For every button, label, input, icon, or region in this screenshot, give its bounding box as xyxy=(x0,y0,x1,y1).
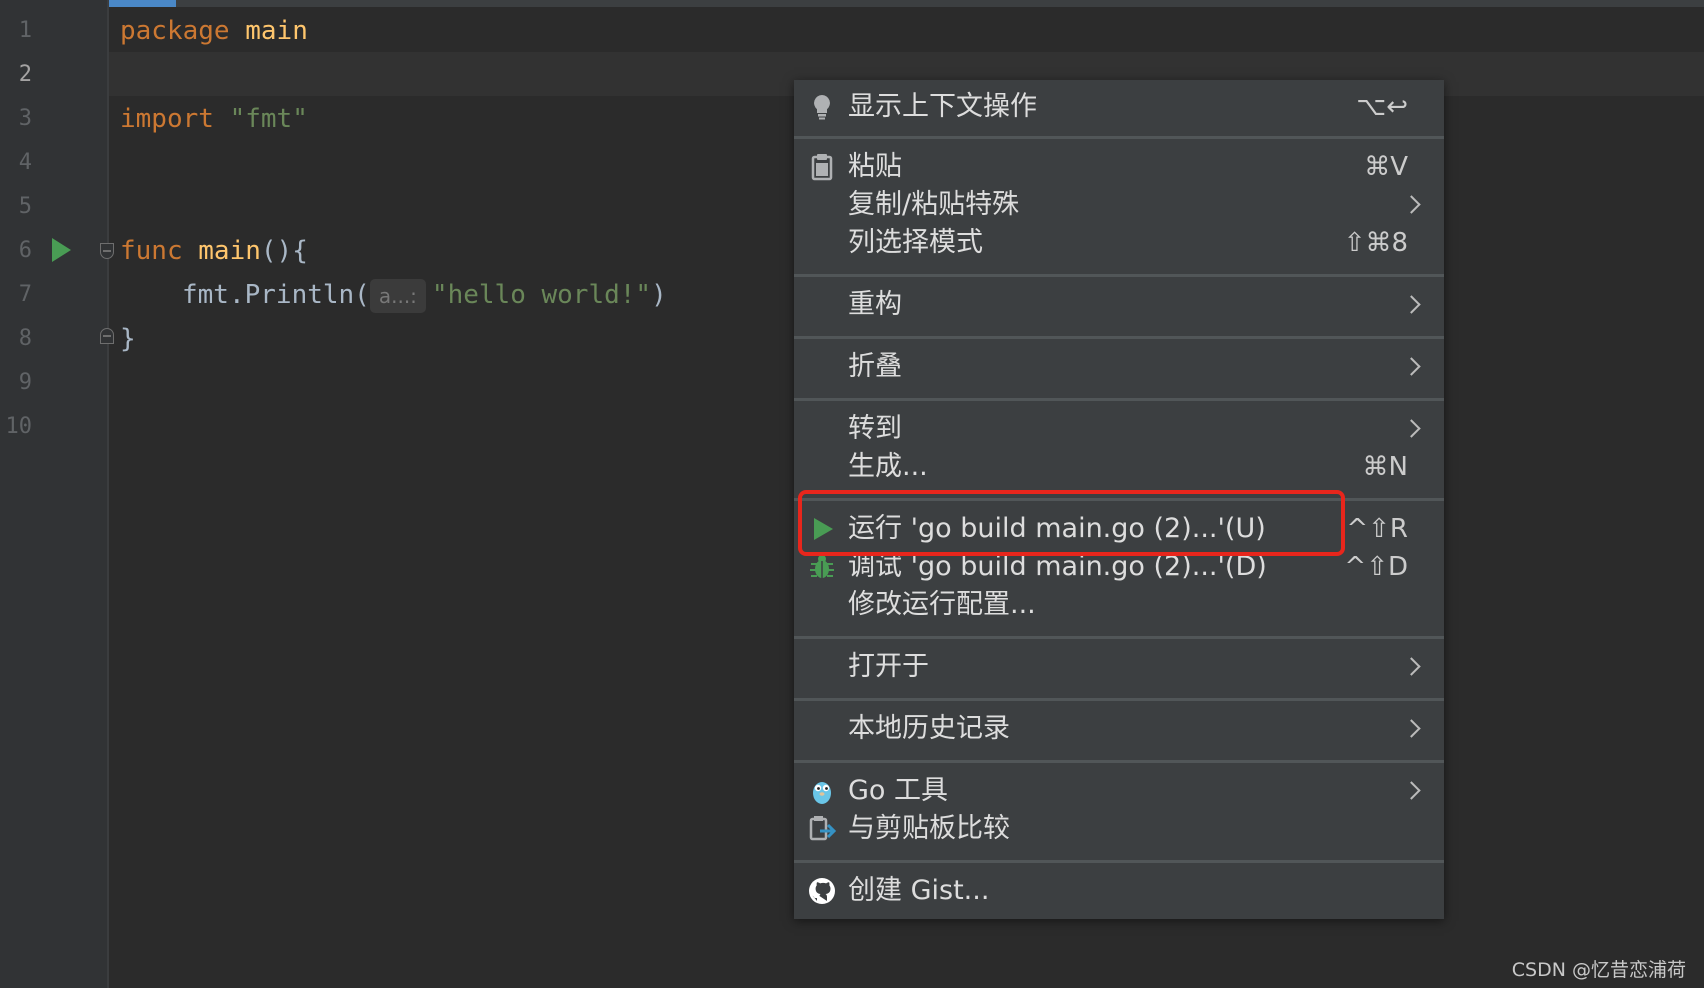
run-gutter-icon[interactable] xyxy=(52,238,71,262)
editor-context-menu: 显示上下文操作 ⌥↩ 粘贴 ⌘V 复制/粘贴特殊 列选择模式 ⇧⌘8 重构 折叠… xyxy=(794,80,1444,919)
menu-separator xyxy=(794,860,1444,863)
menu-item-label: 显示上下文操作 xyxy=(848,91,1037,122)
menu-item-shortcut: ⌥↩ xyxy=(1356,92,1408,122)
menu-item-label: 重构 xyxy=(848,289,902,320)
menu-separator xyxy=(794,398,1444,401)
code-punctuation: (){ xyxy=(260,236,308,266)
fold-open-icon[interactable] xyxy=(100,243,114,259)
menu-item-create-gist[interactable]: 创建 Gist... xyxy=(794,872,1444,910)
code-keyword: func xyxy=(120,236,183,266)
menu-item-generate[interactable]: 生成... ⌘N xyxy=(794,448,1444,486)
lightbulb-icon xyxy=(814,95,830,120)
clipboard-icon xyxy=(811,154,833,181)
menu-separator xyxy=(794,760,1444,763)
code-punctuation: ) xyxy=(651,280,667,310)
menu-separator xyxy=(794,636,1444,639)
code-identifier: main xyxy=(198,236,261,266)
code-string: "fmt" xyxy=(229,104,308,134)
github-icon xyxy=(809,878,835,904)
menu-item-shortcut: ⌘V xyxy=(1364,152,1408,182)
menu-item-label: 修改运行配置... xyxy=(848,589,1036,620)
run-highlight-annotation xyxy=(798,490,1345,556)
line-number: 4 xyxy=(18,150,32,175)
menu-item-folding[interactable]: 折叠 xyxy=(794,348,1444,386)
menu-item-label: 本地历史记录 xyxy=(848,713,1010,744)
gutter-divider xyxy=(107,0,109,988)
menu-item-label: 折叠 xyxy=(848,351,902,382)
menu-item-modify-run-config[interactable]: 修改运行配置... xyxy=(794,586,1444,624)
menu-item-go-tools[interactable]: Go 工具 xyxy=(794,772,1444,810)
menu-item-go-to[interactable]: 转到 xyxy=(794,410,1444,448)
menu-item-label: 列选择模式 xyxy=(848,227,983,258)
menu-item-label: 与剪贴板比较 xyxy=(848,813,1010,844)
editor-tab-strip xyxy=(0,0,1704,7)
line-number: 8 xyxy=(18,326,32,351)
gopher-icon xyxy=(813,782,831,804)
menu-item-label: 打开于 xyxy=(848,651,929,682)
code-identifier: main xyxy=(245,16,308,46)
fold-close-icon[interactable] xyxy=(100,328,114,344)
watermark: CSDN @忆昔恋浦荷 xyxy=(1511,959,1686,981)
line-number: 6 xyxy=(18,238,32,263)
line-number: 10 xyxy=(5,414,33,439)
parameter-hint: a...: xyxy=(369,279,426,313)
menu-separator xyxy=(794,336,1444,339)
chevron-right-icon xyxy=(1402,357,1421,376)
menu-item-paste[interactable]: 粘贴 ⌘V xyxy=(794,148,1444,186)
menu-item-show-context-actions[interactable]: 显示上下文操作 ⌥↩ xyxy=(794,88,1444,126)
menu-item-label: 生成... xyxy=(848,451,928,482)
chevron-right-icon xyxy=(1402,195,1421,214)
code-string: "hello world!" xyxy=(431,280,652,310)
menu-item-refactor[interactable]: 重构 xyxy=(794,286,1444,324)
menu-item-column-selection-mode[interactable]: 列选择模式 ⇧⌘8 xyxy=(794,224,1444,262)
chevron-right-icon xyxy=(1402,657,1421,676)
code-keyword: import xyxy=(120,104,214,134)
code-call: fmt.Println( xyxy=(182,280,370,310)
chevron-right-icon xyxy=(1402,419,1421,438)
menu-item-copy-paste-special[interactable]: 复制/粘贴特殊 xyxy=(794,186,1444,224)
menu-item-label: 粘贴 xyxy=(848,151,902,182)
line-number: 9 xyxy=(18,370,32,395)
menu-item-label: 创建 Gist... xyxy=(848,875,990,906)
menu-item-compare-with-clipboard[interactable]: 与剪贴板比较 xyxy=(794,810,1444,848)
menu-item-local-history[interactable]: 本地历史记录 xyxy=(794,710,1444,748)
code-line-1[interactable]: package main xyxy=(120,14,308,48)
menu-item-shortcut: ^⇧R xyxy=(1346,514,1408,544)
line-number: 3 xyxy=(18,106,32,131)
menu-item-label: 复制/粘贴特殊 xyxy=(848,189,1020,220)
menu-item-shortcut: ⇧⌘8 xyxy=(1343,228,1408,258)
code-punctuation: } xyxy=(120,324,136,354)
compare-clipboard-icon xyxy=(809,816,837,841)
line-number: 5 xyxy=(18,194,32,219)
menu-item-label: 转到 xyxy=(848,413,902,444)
menu-item-label: Go 工具 xyxy=(848,775,949,806)
code-line-6[interactable]: func main(){ xyxy=(120,234,308,268)
menu-separator xyxy=(794,136,1444,139)
menu-separator xyxy=(794,274,1444,277)
line-number: 1 xyxy=(18,18,32,43)
menu-item-shortcut: ^⇧D xyxy=(1344,552,1408,582)
menu-item-open-in[interactable]: 打开于 xyxy=(794,648,1444,686)
code-line-7[interactable]: fmt.Println(a...: "hello world!") xyxy=(182,278,667,313)
code-line-8[interactable]: } xyxy=(120,322,136,356)
code-line-3[interactable]: import "fmt" xyxy=(120,102,308,136)
line-number: 7 xyxy=(18,282,32,307)
chevron-right-icon xyxy=(1402,295,1421,314)
chevron-right-icon xyxy=(1402,781,1421,800)
menu-separator xyxy=(794,698,1444,701)
chevron-right-icon xyxy=(1402,719,1421,738)
line-number-current: 2 xyxy=(18,62,32,87)
code-keyword: package xyxy=(120,16,230,46)
menu-item-shortcut: ⌘N xyxy=(1362,452,1408,482)
